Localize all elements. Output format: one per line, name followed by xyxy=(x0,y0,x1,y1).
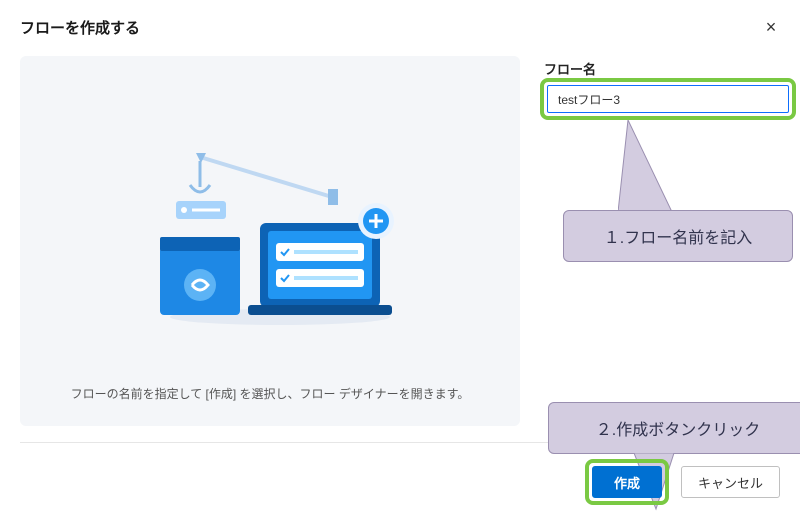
modal-content: フローの名前を指定して [作成] を選択し、フロー デザイナーを開きます。 フロ… xyxy=(20,56,780,443)
annotation-step-2: ２.作成ボタンクリック xyxy=(548,402,800,454)
close-icon: × xyxy=(766,17,777,38)
flow-name-highlight xyxy=(540,78,796,120)
create-button-label: 作成 xyxy=(614,473,640,492)
create-button-highlight: 作成 xyxy=(585,459,669,505)
annotation-step-1: １.フロー名前を記入 xyxy=(563,210,793,262)
modal-header: フローを作成する xyxy=(0,0,800,54)
modal-title: フローを作成する xyxy=(20,17,140,38)
close-button[interactable]: × xyxy=(758,14,784,40)
flow-name-input[interactable] xyxy=(547,85,789,113)
flow-name-label: フロー名 xyxy=(544,59,596,78)
modal-footer: 作成 キャンセル xyxy=(0,453,800,511)
flow-designer-illustration xyxy=(130,76,410,377)
cancel-button[interactable]: キャンセル xyxy=(681,466,780,498)
create-flow-modal: フローを作成する × xyxy=(0,0,800,511)
create-button[interactable]: 作成 xyxy=(592,466,662,498)
annotation-step-1-text: １.フロー名前を記入 xyxy=(604,224,752,248)
illustration-panel: フローの名前を指定して [作成] を選択し、フロー デザイナーを開きます。 xyxy=(20,56,520,426)
illustration-caption: フローの名前を指定して [作成] を選択し、フロー デザイナーを開きます。 xyxy=(71,385,470,402)
annotation-step-2-text: ２.作成ボタンクリック xyxy=(596,416,760,440)
cancel-button-label: キャンセル xyxy=(698,473,763,492)
flow-crane-illustration-icon xyxy=(130,127,410,327)
